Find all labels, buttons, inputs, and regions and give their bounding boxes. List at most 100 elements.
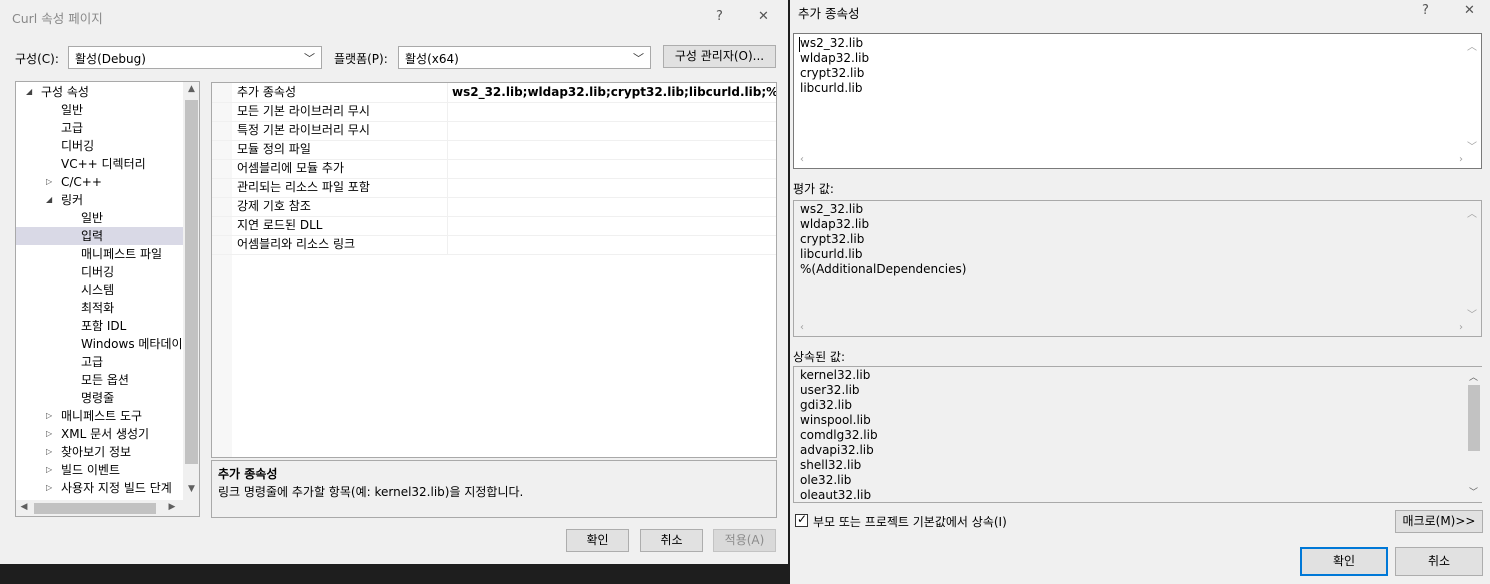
text-line: gdi32.lib: [800, 398, 852, 412]
dialog-title: Curl 속성 페이지: [12, 11, 103, 26]
tree-item[interactable]: 최적화: [16, 299, 183, 317]
expand-arrow-icon[interactable]: ▷: [46, 479, 52, 497]
scroll-down-icon[interactable]: ﹀: [1465, 485, 1482, 498]
property-row[interactable]: 특정 기본 라이브러리 무시: [212, 121, 776, 141]
property-row[interactable]: 어셈블리에 모듈 추가: [212, 159, 776, 179]
tree-item-label: 디버깅: [81, 265, 115, 279]
tree-item[interactable]: ▷ 매니페스트 도구: [16, 407, 183, 425]
description-panel: 추가 종속성 링크 명령줄에 추가할 항목(예: kernel32.lib)을 …: [211, 460, 777, 518]
property-value[interactable]: [448, 197, 776, 216]
property-value[interactable]: [448, 121, 776, 140]
tree-horizontal-scrollbar[interactable]: ◀ ▶: [16, 500, 199, 516]
collapse-arrow-icon[interactable]: ◢: [26, 83, 32, 101]
dependencies-edit-box[interactable]: ws2_32.lib wldap32.lib crypt32.lib libcurld…: [793, 33, 1482, 169]
property-row[interactable]: 어셈블리와 리소스 링크: [212, 235, 776, 255]
scroll-left-icon[interactable]: ◀: [18, 502, 30, 512]
tree-item[interactable]: ▷ 찾아보기 정보: [16, 443, 183, 461]
tree-item[interactable]: 입력: [16, 227, 183, 245]
ok-button[interactable]: 확인: [1300, 547, 1388, 576]
scroll-right-icon[interactable]: ›: [1459, 154, 1463, 165]
tree-vertical-scrollbar[interactable]: ▲ ▼: [183, 82, 199, 500]
tree-item[interactable]: 고급: [16, 119, 183, 137]
macro-button[interactable]: 매크로(M)>>: [1395, 510, 1483, 533]
property-value[interactable]: [448, 102, 776, 121]
property-value[interactable]: [448, 216, 776, 235]
tree-item[interactable]: 모든 옵션: [16, 371, 183, 389]
property-row[interactable]: 모든 기본 라이브러리 무시: [212, 102, 776, 122]
tree-item[interactable]: 디버깅: [16, 137, 183, 155]
property-row[interactable]: 관리되는 리소스 파일 포함: [212, 178, 776, 198]
scroll-right-icon[interactable]: ›: [1459, 322, 1463, 333]
scroll-thumb[interactable]: [1468, 385, 1480, 451]
scroll-left-icon[interactable]: ‹: [800, 154, 804, 165]
config-combo[interactable]: 활성(Debug) ﹀: [68, 46, 322, 69]
tree-item[interactable]: Windows 메타데이: [16, 335, 183, 353]
property-name: 어셈블리에 모듈 추가: [212, 159, 448, 178]
expand-arrow-icon[interactable]: ▷: [46, 173, 52, 191]
tree-item[interactable]: 일반: [16, 209, 183, 227]
tree-item[interactable]: 디버깅: [16, 263, 183, 281]
cancel-button[interactable]: 취소: [640, 529, 703, 552]
expand-arrow-icon[interactable]: ▷: [46, 461, 52, 479]
tree-item[interactable]: ◢ 링커: [16, 191, 183, 209]
property-value[interactable]: [448, 178, 776, 197]
property-name: 특정 기본 라이브러리 무시: [212, 121, 448, 140]
property-value[interactable]: [448, 235, 776, 254]
tree-item[interactable]: VC++ 디렉터리: [16, 155, 183, 173]
close-button[interactable]: ✕: [758, 9, 769, 24]
config-manager-button[interactable]: 구성 관리자(O)...: [663, 45, 776, 68]
tree-item[interactable]: ◢ 구성 속성: [16, 83, 183, 101]
tree-item[interactable]: 매니페스트 파일: [16, 245, 183, 263]
scroll-up-icon[interactable]: ▲: [183, 84, 199, 94]
property-value[interactable]: [448, 140, 776, 159]
scroll-up-icon[interactable]: ︿: [1467, 205, 1477, 220]
tree-item[interactable]: ▷ 빌드 이벤트: [16, 461, 183, 479]
tree-item[interactable]: 명령줄: [16, 389, 183, 407]
property-value[interactable]: ws2_32.lib;wldap32.lib;crypt32.lib;libcu…: [448, 83, 776, 102]
property-row[interactable]: 강제 기호 참조: [212, 197, 776, 217]
scroll-left-icon[interactable]: ‹: [800, 322, 804, 333]
property-row[interactable]: 지연 로드된 DLL: [212, 216, 776, 236]
evaluated-values-box[interactable]: ws2_32.lib wldap32.lib crypt32.lib libcurld…: [793, 200, 1482, 337]
tree-item[interactable]: ▷ C/C++: [16, 173, 183, 191]
scroll-down-icon[interactable]: ﹀: [1467, 306, 1477, 321]
scroll-up-icon[interactable]: ︿: [1465, 370, 1482, 383]
help-button[interactable]: ?: [1422, 3, 1429, 18]
collapse-arrow-icon[interactable]: ◢: [46, 191, 52, 209]
ok-button[interactable]: 확인: [566, 529, 629, 552]
tree-item[interactable]: 일반: [16, 101, 183, 119]
expand-arrow-icon[interactable]: ▷: [46, 443, 52, 461]
tree-item[interactable]: ▷ 사용자 지정 빌드 단계: [16, 479, 183, 497]
tree-item[interactable]: 시스템: [16, 281, 183, 299]
property-row[interactable]: 추가 종속성 ws2_32.lib;wldap32.lib;crypt32.lib…: [212, 83, 776, 103]
property-row[interactable]: 모듈 정의 파일: [212, 140, 776, 160]
scroll-down-icon[interactable]: ﹀: [1467, 138, 1477, 153]
help-button[interactable]: ?: [716, 9, 723, 24]
property-grid[interactable]: 추가 종속성 ws2_32.lib;wldap32.lib;crypt32.lib…: [211, 82, 777, 458]
tree-item-label: 일반: [61, 103, 84, 117]
apply-button[interactable]: 적용(A): [713, 529, 776, 552]
chevron-down-icon: ﹀: [633, 52, 644, 65]
text-line: oleaut32.lib: [800, 488, 872, 502]
scroll-thumb[interactable]: [34, 503, 156, 514]
expand-arrow-icon[interactable]: ▷: [46, 407, 52, 425]
inherited-vertical-scrollbar[interactable]: ︿ ﹀: [1465, 367, 1482, 502]
tree-item[interactable]: 고급: [16, 353, 183, 371]
scroll-thumb[interactable]: [185, 100, 198, 464]
property-value[interactable]: [448, 159, 776, 178]
close-button[interactable]: ✕: [1464, 3, 1475, 18]
scroll-up-icon[interactable]: ︿: [1467, 38, 1477, 53]
tree-item[interactable]: 포함 IDL: [16, 317, 183, 335]
config-value: 활성(Debug): [75, 52, 146, 66]
category-tree[interactable]: ◢ 구성 속성 일반 고급 디버깅 VC++ 디렉터리 ▷ C/C++ ◢ 링커 일반 입력 매니페스트…: [15, 81, 200, 517]
tree-item[interactable]: ▷ XML 문서 생성기: [16, 425, 183, 443]
scroll-down-icon[interactable]: ▼: [183, 484, 199, 494]
platform-combo[interactable]: 활성(x64) ﹀: [398, 46, 651, 69]
scroll-right-icon[interactable]: ▶: [166, 502, 178, 512]
property-pages-dialog: Curl 속성 페이지 ? ✕ 구성(C): 활성(Debug) ﹀ 플랫폼(P…: [0, 0, 788, 564]
inherit-checkbox[interactable]: ✓: [795, 512, 808, 527]
tree-item-label: 빌드 이벤트: [61, 463, 121, 477]
expand-arrow-icon[interactable]: ▷: [46, 425, 52, 443]
inherited-values-box[interactable]: kernel32.lib user32.lib gdi32.lib winspool.…: [793, 366, 1482, 503]
cancel-button[interactable]: 취소: [1395, 547, 1483, 576]
